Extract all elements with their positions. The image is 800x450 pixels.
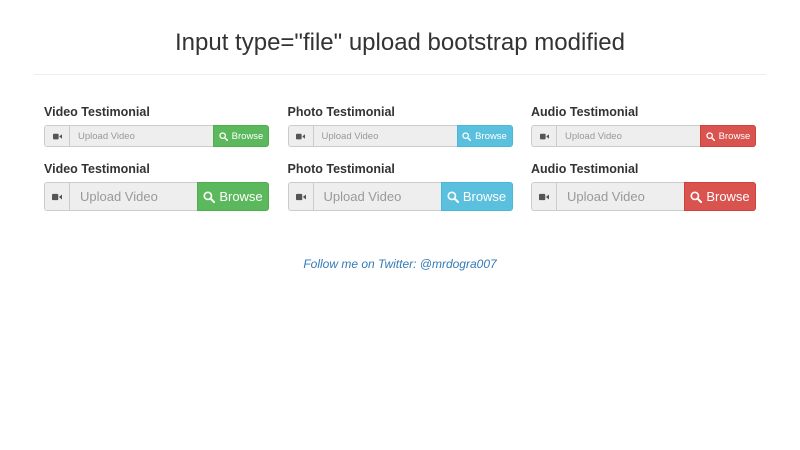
upload-video-input[interactable] <box>69 125 213 147</box>
upload-cell-video-large: Video Testimonial Browse <box>44 161 269 211</box>
divider <box>34 74 766 75</box>
upload-video-input[interactable] <box>312 182 441 211</box>
field-label: Photo Testimonial <box>287 105 395 119</box>
upload-cell-photo-small: Photo Testimonial Browse <box>287 104 513 147</box>
browse-button-label: Browse <box>231 130 264 142</box>
browse-button[interactable]: Browse <box>684 182 756 211</box>
search-icon <box>690 190 703 203</box>
upload-video-input[interactable] <box>556 182 684 211</box>
search-icon <box>218 131 228 141</box>
field-label: Video Testimonial <box>44 105 150 119</box>
upload-video-input[interactable] <box>312 125 457 147</box>
search-icon <box>447 190 459 203</box>
file-input-group: Browse <box>287 125 513 147</box>
browse-button[interactable]: Browse <box>213 125 269 147</box>
search-icon <box>203 190 216 203</box>
browse-button[interactable]: Browse <box>456 125 513 147</box>
video-camera-icon <box>44 125 69 147</box>
browse-button[interactable]: Browse <box>440 182 513 211</box>
browse-button-label: Browse <box>706 189 750 204</box>
video-camera-icon <box>531 182 556 211</box>
browse-button-label: Browse <box>475 130 507 142</box>
upload-row-small: Video Testimonial Browse Photo Testimoni… <box>44 104 756 147</box>
video-camera-icon <box>287 125 313 147</box>
video-camera-icon <box>531 125 556 147</box>
file-input-group: Browse <box>287 182 513 211</box>
field-label: Audio Testimonial <box>531 105 639 119</box>
search-icon <box>705 131 715 141</box>
search-icon <box>462 131 472 141</box>
page-title: Input type="file" upload bootstrap modif… <box>175 29 625 56</box>
browse-button-label: Browse <box>462 189 507 204</box>
upload-cell-audio-large: Audio Testimonial Browse <box>531 161 756 211</box>
field-label: Audio Testimonial <box>531 162 639 176</box>
file-input-group: Browse <box>531 125 756 147</box>
upload-video-input[interactable] <box>69 182 197 211</box>
upload-grid: Video Testimonial Browse Photo Testimoni… <box>44 104 756 211</box>
upload-cell-video-small: Video Testimonial Browse <box>44 104 269 147</box>
upload-video-input[interactable] <box>556 125 700 147</box>
page: Input type="file" upload bootstrap modif… <box>0 0 800 450</box>
field-label: Photo Testimonial <box>287 162 395 176</box>
upload-cell-audio-small: Audio Testimonial Browse <box>531 104 756 147</box>
browse-button[interactable]: Browse <box>700 125 756 147</box>
twitter-link[interactable]: Follow me on Twitter: @mrdogra007 <box>303 257 496 271</box>
browse-button-label: Browse <box>718 130 751 142</box>
video-camera-icon <box>44 182 69 211</box>
file-input-group: Browse <box>44 182 269 211</box>
file-input-group: Browse <box>44 125 269 147</box>
field-label: Video Testimonial <box>44 162 150 176</box>
upload-cell-photo-large: Photo Testimonial Browse <box>287 161 513 211</box>
footer: Follow me on Twitter: @mrdogra007 <box>0 257 800 272</box>
file-input-group: Browse <box>531 182 756 211</box>
browse-button-label: Browse <box>219 189 263 204</box>
upload-row-large: Video Testimonial Browse Photo Testimoni… <box>44 161 756 211</box>
browse-button[interactable]: Browse <box>197 182 269 211</box>
video-camera-icon <box>287 182 313 211</box>
